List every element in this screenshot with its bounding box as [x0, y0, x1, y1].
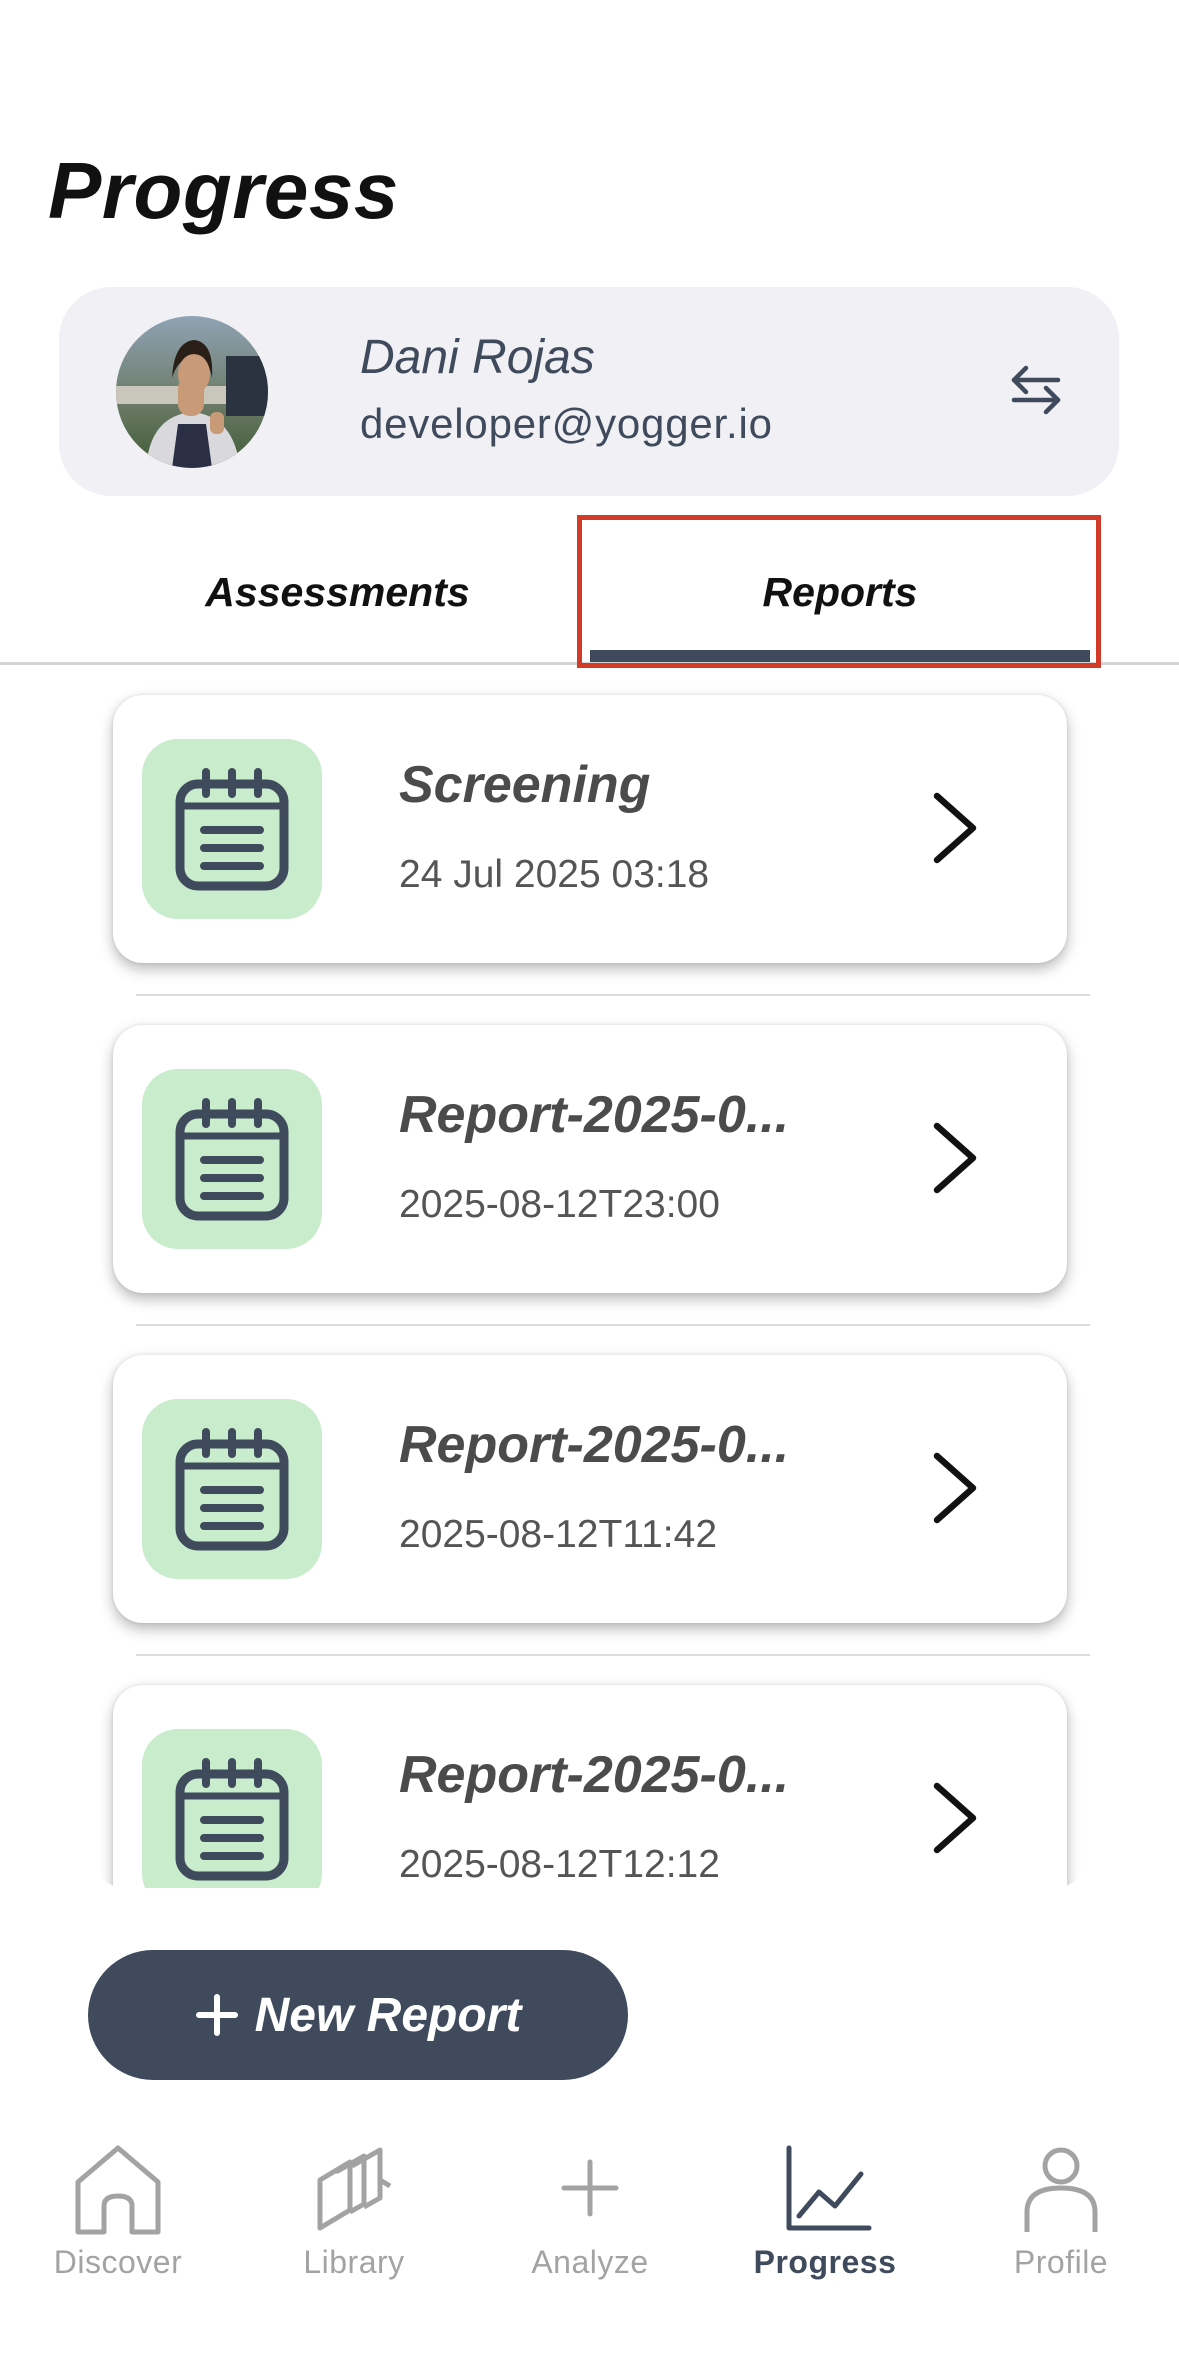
nav-label: Discover — [53, 2244, 183, 2280]
report-title: Report-2025-0... — [399, 1086, 790, 1144]
report-date: 2025-08-12T12:12 — [399, 1843, 720, 1886]
home-icon — [75, 2145, 161, 2235]
nav-label: Analyze — [531, 2244, 649, 2280]
nav-label: Profile — [1013, 2244, 1109, 2280]
chart-icon — [786, 2145, 872, 2231]
tab-reports[interactable]: Reports — [590, 520, 1090, 664]
tab-assessments[interactable]: Assessments — [170, 520, 505, 664]
plus-icon — [561, 2159, 619, 2217]
list-separator — [136, 994, 1090, 996]
tabs-divider — [0, 662, 1179, 665]
person-icon — [1024, 2147, 1098, 2232]
report-icon-background — [142, 1399, 322, 1579]
report-card[interactable]: Report-2025-0... 2025-08-12T12:12 — [113, 1685, 1067, 1888]
nav-label: Progress — [753, 2244, 897, 2280]
nav-item-analyze[interactable]: Analyze — [472, 2130, 708, 2300]
chevron-right-icon — [925, 788, 985, 868]
library-icon — [317, 2147, 392, 2231]
report-title: Report-2025-0... — [399, 1746, 790, 1804]
calendar-icon — [175, 1098, 289, 1221]
report-card[interactable]: Screening 24 Jul 2025 03:18 — [113, 695, 1067, 963]
nav-item-discover[interactable]: Discover — [0, 2130, 236, 2300]
report-icon-background — [142, 739, 322, 919]
chevron-right-icon — [925, 1118, 985, 1198]
chevron-right-icon — [925, 1448, 985, 1528]
profile-name: Dani Rojas — [360, 331, 595, 384]
calendar-icon — [175, 1758, 289, 1881]
report-date: 24 Jul 2025 03:18 — [399, 853, 710, 896]
report-card[interactable]: Report-2025-0... 2025-08-12T23:00 — [113, 1025, 1067, 1293]
calendar-icon — [175, 768, 289, 891]
plus-icon — [195, 1993, 239, 2037]
list-separator — [136, 1654, 1090, 1656]
new-report-label: New Report — [254, 1988, 522, 2042]
report-card[interactable]: Report-2025-0... 2025-08-12T11:42 — [113, 1355, 1067, 1623]
calendar-icon — [175, 1428, 289, 1551]
avatar-photo — [116, 316, 268, 468]
new-report-button[interactable]: New Report — [88, 1950, 628, 2080]
reports-list[interactable]: Screening 24 Jul 2025 03:18 Report-2025-… — [90, 666, 1090, 1888]
report-icon-background — [142, 1729, 322, 1888]
swap-arrows-icon[interactable] — [1006, 360, 1066, 420]
bottom-nav: Discover Library Analyze Progress Profil… — [0, 2130, 1179, 2300]
report-title: Report-2025-0... — [399, 1416, 790, 1474]
report-icon-background — [142, 1069, 322, 1249]
list-separator — [136, 1324, 1090, 1326]
report-date: 2025-08-12T23:00 — [399, 1183, 720, 1226]
report-date: 2025-08-12T11:42 — [399, 1513, 718, 1556]
nav-item-library[interactable]: Library — [236, 2130, 472, 2300]
nav-label: Library — [303, 2244, 405, 2280]
chevron-right-icon — [925, 1778, 985, 1858]
tab-bar: Assessments Reports — [0, 520, 1179, 664]
page-title: Progress — [48, 146, 399, 235]
nav-item-progress[interactable]: Progress — [707, 2130, 943, 2300]
avatar — [116, 316, 268, 468]
report-title: Screening — [399, 756, 651, 814]
nav-item-profile[interactable]: Profile — [943, 2130, 1179, 2300]
profile-email: developer@yogger.io — [360, 400, 773, 447]
